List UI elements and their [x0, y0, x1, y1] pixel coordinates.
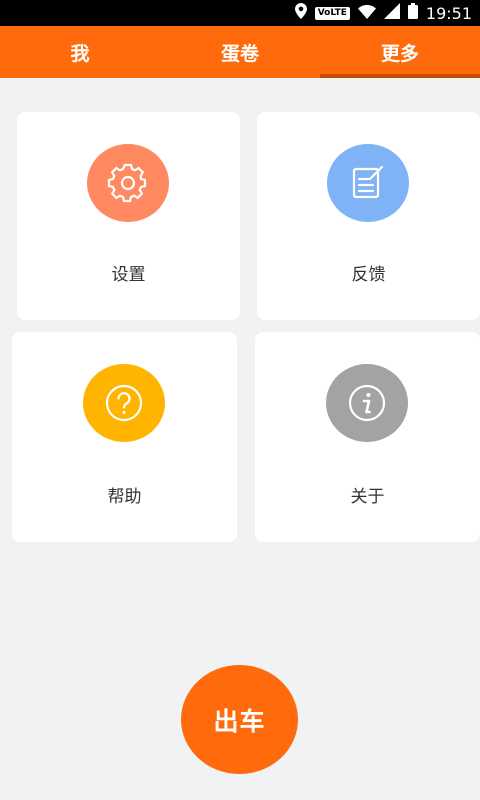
help-icon-circle: [83, 364, 165, 442]
feedback-card[interactable]: 反馈: [257, 112, 480, 320]
about-icon-circle: [326, 364, 408, 442]
wifi-icon: [357, 4, 376, 23]
location-icon: [294, 3, 307, 23]
feedback-icon-circle: [327, 144, 409, 222]
clock-time: 19:51: [425, 3, 472, 23]
tab-bar: 我 蛋卷 更多: [0, 26, 480, 78]
question-icon: [105, 384, 143, 422]
settings-icon-circle: [87, 144, 169, 222]
help-card[interactable]: 帮助: [12, 332, 237, 542]
depart-button[interactable]: 出车: [181, 665, 298, 774]
battery-icon: [407, 3, 418, 23]
edit-note-icon: [352, 165, 384, 199]
volte-badge: VoLTE: [314, 6, 350, 20]
feedback-label: 反馈: [351, 265, 386, 285]
signal-icon: [383, 3, 400, 23]
info-icon: [348, 384, 386, 422]
settings-card[interactable]: 设置: [17, 112, 240, 320]
gear-icon: [107, 163, 147, 203]
tab-danjuan-label: 蛋卷: [220, 42, 259, 65]
tab-more[interactable]: 更多: [320, 26, 480, 78]
tab-me[interactable]: 我: [0, 26, 160, 78]
help-label: 帮助: [107, 487, 142, 507]
tab-me-label: 我: [70, 42, 90, 65]
about-card[interactable]: 关于: [255, 332, 480, 542]
tab-more-label: 更多: [380, 42, 419, 65]
depart-button-label: 出车: [213, 706, 266, 736]
tab-danjuan[interactable]: 蛋卷: [160, 26, 320, 78]
about-label: 关于: [350, 487, 385, 507]
settings-label: 设置: [111, 265, 146, 285]
status-bar: VoLTE 19:51: [0, 0, 480, 26]
